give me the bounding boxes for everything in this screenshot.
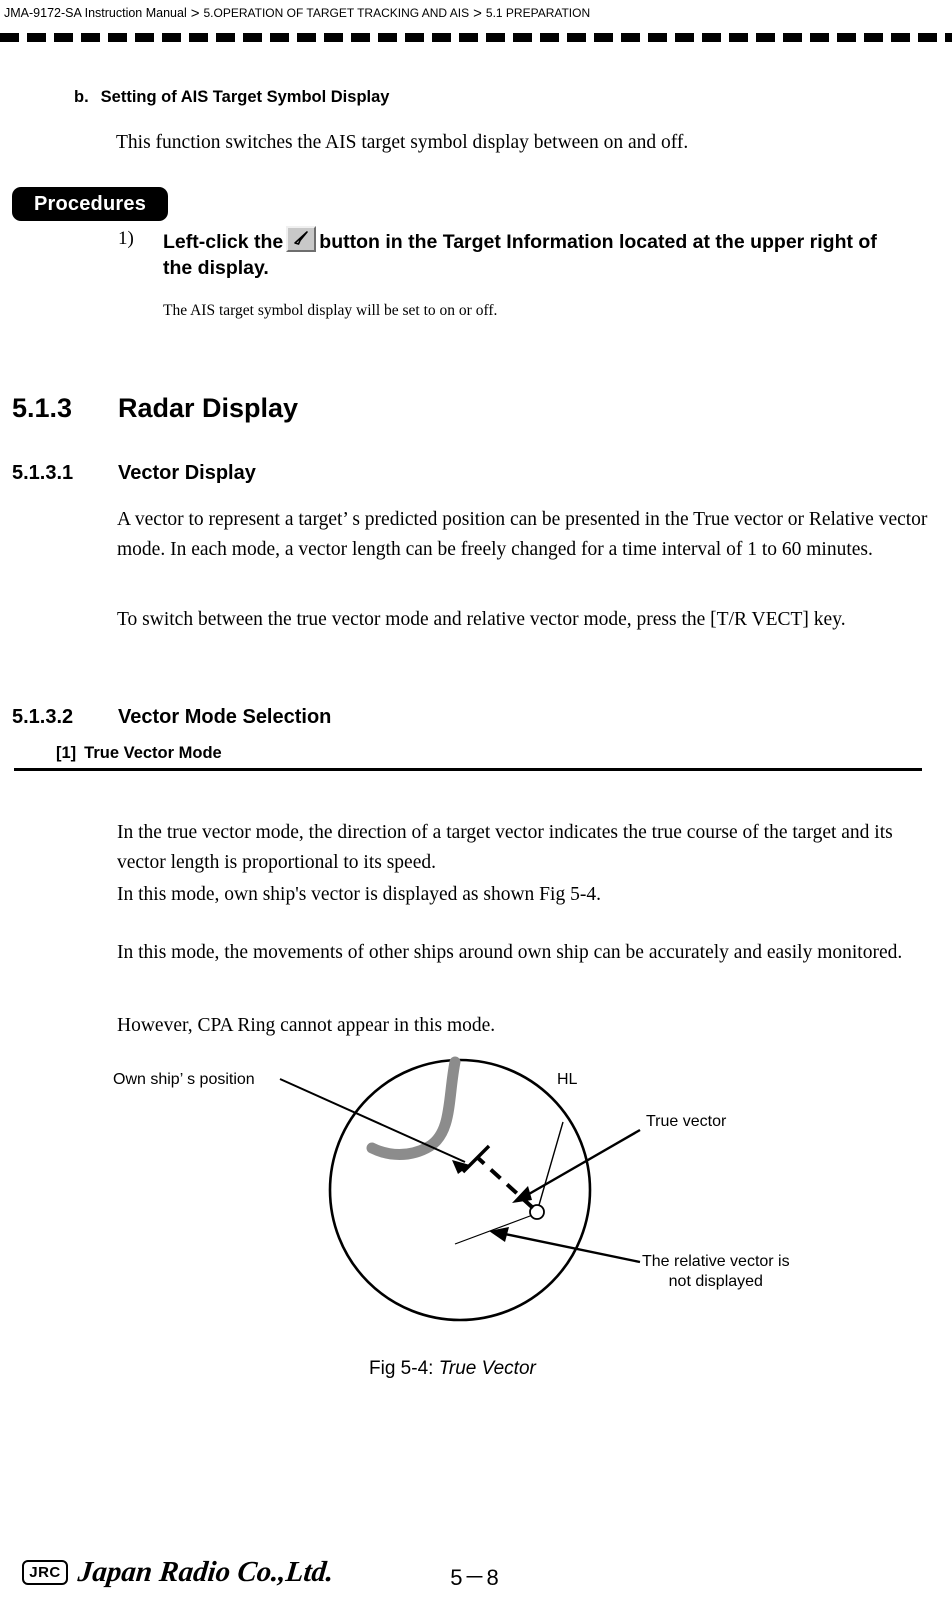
subsection-b-title: Setting of AIS Target Symbol Display [100, 88, 390, 106]
leader-arrowhead-true-vector [512, 1186, 532, 1203]
heading-5-1-3-1-number: 5.1.3.1 [12, 462, 74, 484]
section-5-1-3-2-paragraph-4: However, CPA Ring cannot appear in this … [117, 1015, 496, 1036]
page-footer: JRC Japan Radio Co.,Ltd. 5－8 [0, 1556, 952, 1610]
section-5-1-3-2-paragraph-2: In this mode, own ship's vector is displ… [117, 884, 601, 905]
procedures-badge: Procedures [12, 187, 168, 221]
subsection-b-letter: b. [74, 88, 89, 106]
heading-5-1-3-2-title: Vector Mode Selection [118, 706, 332, 728]
subsection-b-intro: This function switches the AIS target sy… [116, 132, 689, 153]
leader-arrowhead-relative-vector [489, 1227, 509, 1242]
heading-5-1-3-title: Radar Display [118, 393, 299, 423]
true-vector-tip-marker [461, 1144, 491, 1174]
figure-label-true-vector: True vector [646, 1113, 727, 1130]
breadcrumb-section: 5.1 PREPARATION [485, 6, 591, 20]
true-vector-diagram [279, 1056, 641, 1322]
heading-line-hl [536, 1121, 564, 1213]
heading-5-1-3-2-number: 5.1.3.2 [12, 706, 74, 728]
header-dashed-divider [0, 33, 952, 42]
step-number: 1) [118, 228, 134, 249]
radar-circle-outline [328, 1058, 592, 1322]
target-arrow-glyph [294, 231, 309, 245]
figure-5-4: Own ship’ s position HL True vector The … [0, 1050, 952, 1350]
figure-label-hl: HL [557, 1071, 578, 1088]
relative-label-line-1: The relative vector is [642, 1253, 790, 1270]
figure-caption-prefix: Fig 5-4: [369, 1358, 439, 1379]
jrc-logo-box: JRC [22, 1560, 68, 1585]
company-name: Japan Radio Co.,Ltd. [76, 1556, 336, 1588]
figure-label-own-ship-position: Own ship’ s position [113, 1071, 255, 1088]
figure-label-relative-vector: The relative vector is not displayed [642, 1252, 790, 1292]
leader-arrowhead-own-ship [452, 1160, 470, 1174]
figure-caption: Fig 5-4: True Vector [369, 1358, 536, 1380]
figure-caption-title: True Vector [438, 1358, 536, 1379]
ais-target-symbol-icon[interactable] [286, 226, 317, 252]
relative-label-line-2: not displayed [668, 1273, 763, 1290]
bracket-underline-rule [14, 768, 922, 771]
subsection-b-heading: b. Setting of AIS Target Symbol Display [74, 88, 389, 107]
heading-5-1-3-1-title: Vector Display [118, 462, 256, 484]
breadcrumb-header: JMA-9172-SA Instruction Manual > 5.OPERA… [0, 0, 952, 26]
heading-bracket-title: True Vector Mode [84, 744, 222, 762]
step-instruction: Left-click the button in the Target Infor… [163, 226, 903, 281]
breadcrumb-manual: JMA-9172-SA Instruction Manual [4, 6, 187, 20]
breadcrumb-chapter: 5.OPERATION OF TARGET TRACKING AND AIS [203, 6, 470, 20]
step-text-before: Left-click the [163, 231, 284, 253]
step-note: The AIS target symbol display will be se… [163, 302, 498, 319]
breadcrumb-separator-icon-2: > [473, 4, 482, 22]
page-number: 5－8 [450, 1565, 500, 1590]
section-5-1-3-1-paragraph-1: A vector to represent a target’ s predic… [117, 509, 928, 560]
heading-5-1-3-number: 5.1.3 [12, 393, 73, 423]
breadcrumb-separator-icon: > [190, 4, 200, 22]
heading-bracket-1: [1] True Vector Mode [56, 744, 222, 763]
radar-sweep-arc [366, 1056, 461, 1160]
heading-bracket-number: [1] [56, 744, 77, 762]
section-5-1-3-2-paragraph-1: In the true vector mode, the direction o… [117, 822, 893, 873]
section-5-1-3-2-paragraph-3: In this mode, the movements of other shi… [117, 942, 903, 963]
section-5-1-3-1-paragraph-2: To switch between the true vector mode a… [117, 609, 846, 630]
